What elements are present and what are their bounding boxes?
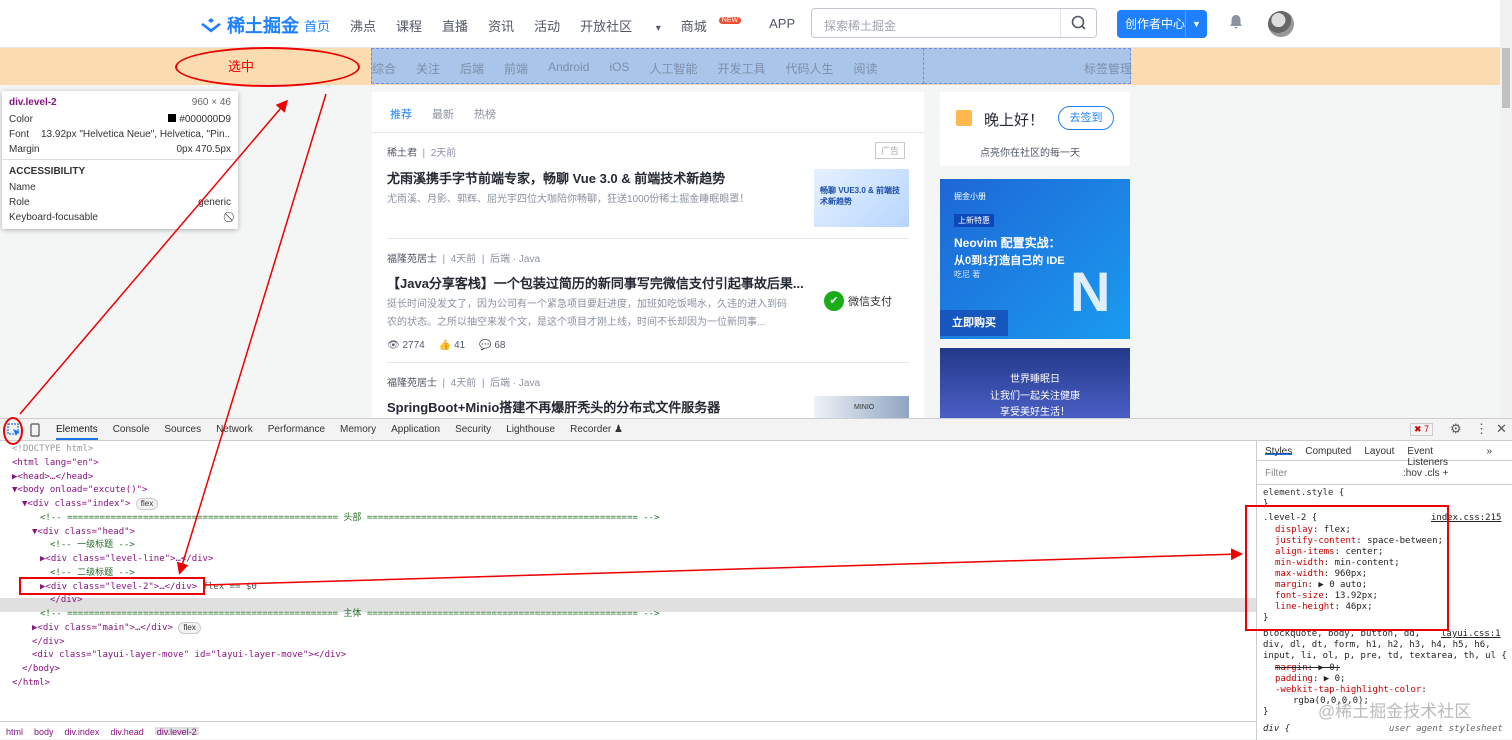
watermark: @稀土掘金技术社区 [1318,702,1472,721]
annotation-arrows [19,93,1243,586]
arrow-inspect-to-tooltip [19,99,288,415]
arrow-band-to-node [176,93,327,575]
arrow-node-to-rule [204,548,1243,586]
